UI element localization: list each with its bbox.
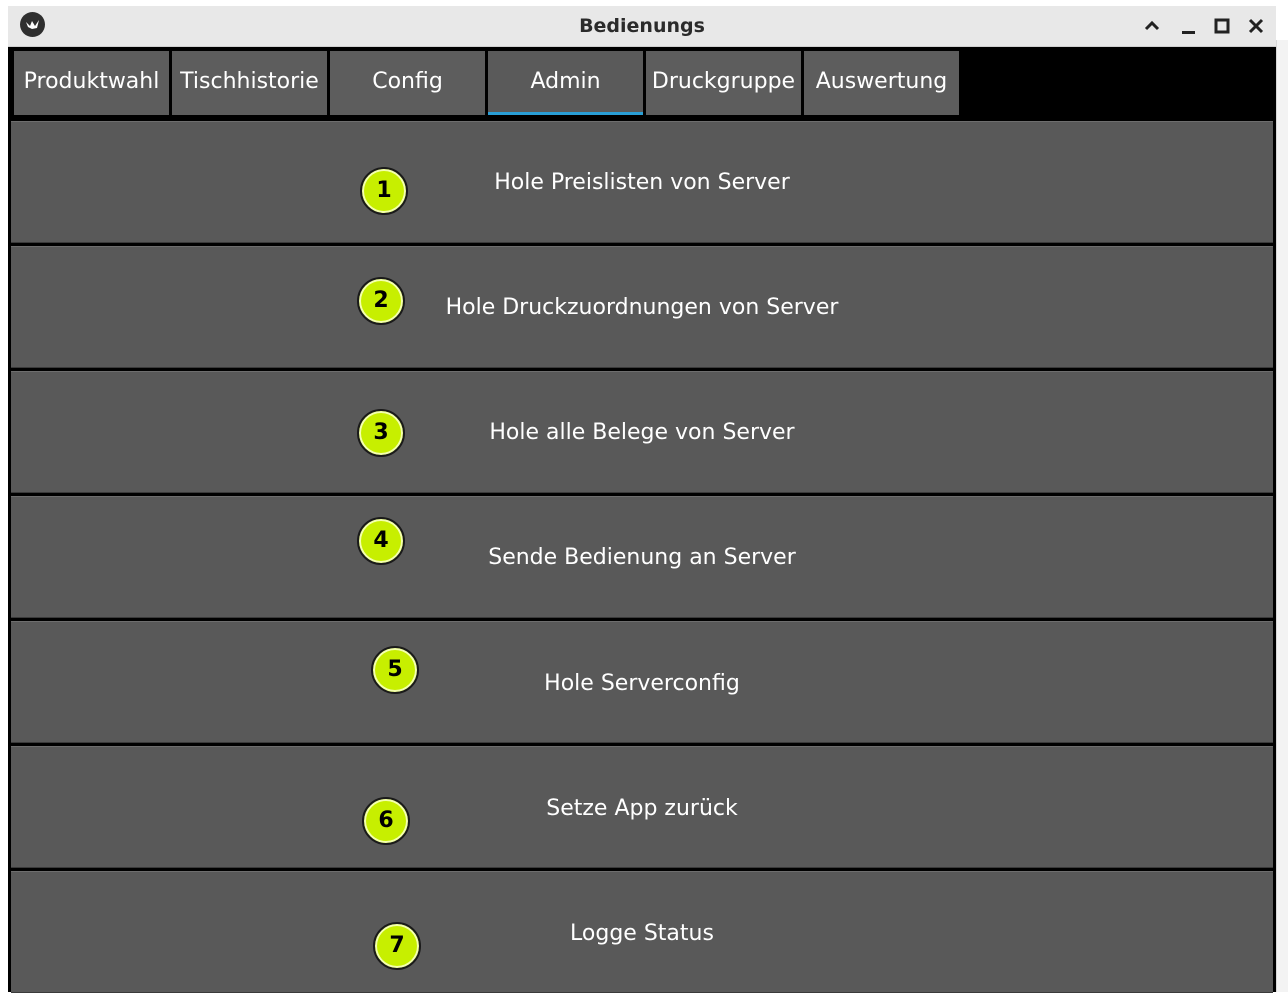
window-title: Bedienungs bbox=[579, 15, 705, 37]
tab-config[interactable]: Config bbox=[330, 51, 485, 115]
hole-serverconfig-button[interactable]: 5 Hole Serverconfig bbox=[11, 621, 1273, 743]
tab-auswertung[interactable]: Auswertung bbox=[804, 51, 959, 115]
setze-app-zurueck-button[interactable]: 6 Setze App zurück bbox=[11, 746, 1273, 868]
button-label: Hole Serverconfig bbox=[544, 671, 740, 696]
button-label: Logge Status bbox=[570, 921, 714, 946]
hole-preislisten-button[interactable]: 1 Hole Preislisten von Server bbox=[11, 121, 1273, 243]
button-label: Sende Bedienung an Server bbox=[488, 545, 796, 570]
button-label: Hole Druckzuordnungen von Server bbox=[445, 295, 839, 320]
hole-belege-button[interactable]: 3 Hole alle Belege von Server bbox=[11, 371, 1273, 493]
tab-bar: Produktwahl Tischhistorie Config Admin D… bbox=[8, 47, 1276, 121]
logge-status-button[interactable]: 7 Logge Status bbox=[11, 871, 1273, 993]
minimize-icon[interactable] bbox=[1174, 12, 1202, 40]
button-label: Setze App zurück bbox=[546, 796, 738, 821]
button-label: Hole alle Belege von Server bbox=[489, 420, 795, 445]
admin-panel: 1 Hole Preislisten von Server 2 Hole Dru… bbox=[11, 121, 1273, 993]
hole-druckzuordnungen-button[interactable]: 2 Hole Druckzuordnungen von Server bbox=[11, 246, 1273, 368]
tab-druckgruppe[interactable]: Druckgruppe bbox=[646, 51, 801, 115]
tab-admin[interactable]: Admin bbox=[488, 51, 643, 115]
close-icon[interactable] bbox=[1242, 12, 1270, 40]
title-bar[interactable]: Bedienungs bbox=[8, 6, 1276, 47]
tab-tischhistorie[interactable]: Tischhistorie bbox=[172, 51, 327, 115]
maximize-icon[interactable] bbox=[1208, 12, 1236, 40]
chevron-up-icon[interactable] bbox=[1138, 12, 1166, 40]
sende-bedienung-button[interactable]: 4 Sende Bedienung an Server bbox=[11, 496, 1273, 618]
app-window: Bedienungs Produktwahl Tischhistorie Con… bbox=[8, 6, 1276, 993]
button-label: Hole Preislisten von Server bbox=[494, 170, 790, 195]
background-window-edge bbox=[1276, 40, 1288, 992]
tab-produktwahl[interactable]: Produktwahl bbox=[14, 51, 169, 115]
